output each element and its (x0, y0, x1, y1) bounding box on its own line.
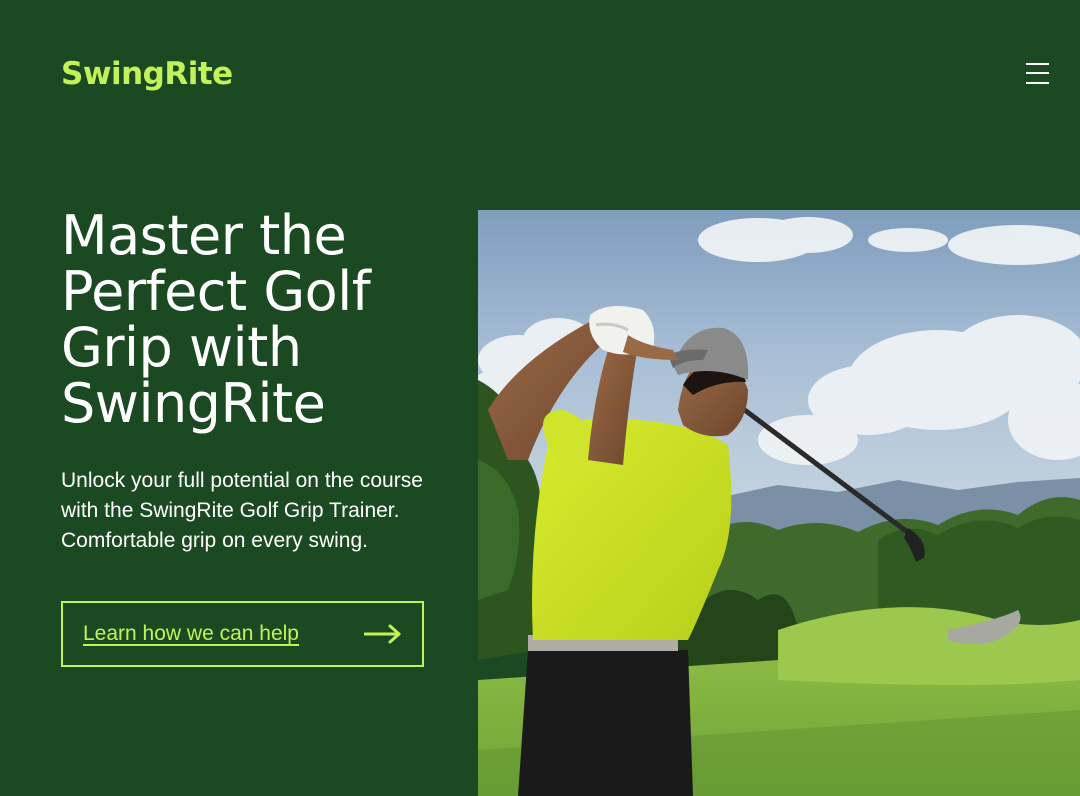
arrow-right-icon (364, 624, 401, 644)
brand-logo[interactable]: SwingRite (61, 56, 233, 92)
learn-more-label: Learn how we can help (83, 622, 299, 645)
golfer-illustration (478, 210, 1080, 796)
learn-more-button[interactable]: Learn how we can help (61, 601, 424, 667)
hero-title: Master the Perfect Golf Grip with SwingR… (61, 204, 371, 435)
hero-description: Unlock your full potential on the course… (61, 469, 423, 552)
menu-button[interactable] (1022, 60, 1052, 90)
golfer-hero-image (478, 210, 1080, 796)
site-header: SwingRite (0, 0, 1080, 150)
